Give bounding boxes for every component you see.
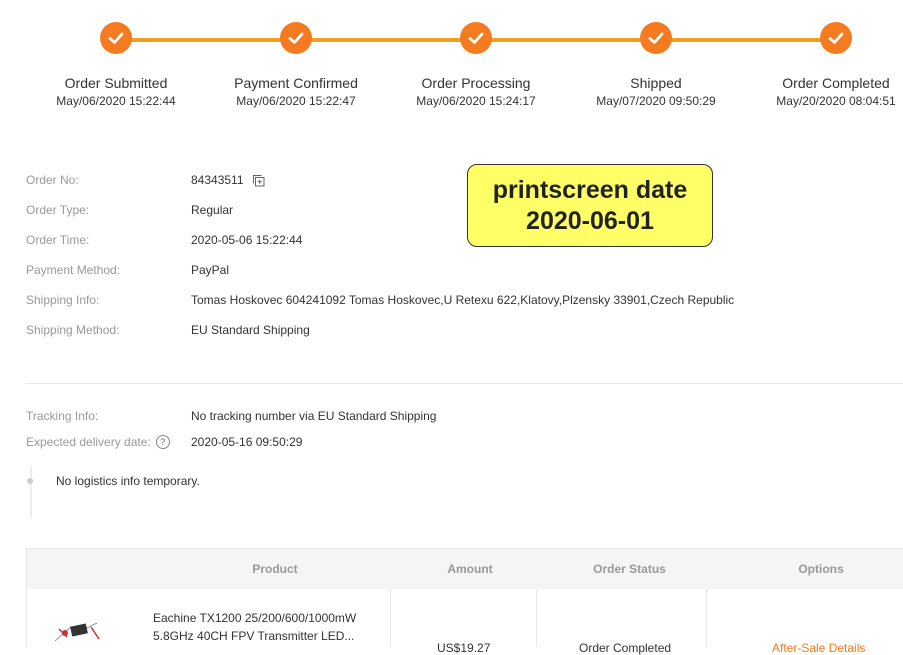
step-date: May/06/2020 15:22:47 bbox=[236, 94, 356, 108]
order-type-value: Regular bbox=[191, 203, 234, 217]
progress-step-order-submitted: Order Submitted May/06/2020 15:22:44 bbox=[26, 22, 206, 108]
note-line-2: 2020-06-01 bbox=[526, 206, 654, 235]
question-circle-icon[interactable]: ? bbox=[155, 435, 170, 449]
order-time-label: Order Time: bbox=[26, 233, 90, 247]
progress-step-shipped: Shipped May/07/2020 09:50:29 bbox=[566, 22, 746, 108]
order-no-value: 84343511 bbox=[191, 173, 265, 187]
order-status-value: Order Completed bbox=[579, 641, 672, 655]
expected-delivery-label-text: Expected delivery date: bbox=[26, 435, 151, 449]
step-label: Order Completed bbox=[782, 75, 890, 91]
order-items-table: Product Amount Order Status Options Each… bbox=[26, 548, 903, 655]
check-icon bbox=[280, 22, 312, 54]
logistics-timeline-dot bbox=[27, 478, 33, 484]
after-sale-details-link[interactable]: After-Sale Details bbox=[772, 641, 865, 655]
payment-method-row: Payment Method: PayPal bbox=[26, 260, 229, 280]
step-label: Shipped bbox=[630, 75, 682, 91]
expected-delivery-row: Expected delivery date: ? 2020-05-16 09:… bbox=[26, 432, 302, 452]
header-product: Product bbox=[252, 562, 298, 576]
order-time-value: 2020-05-06 15:22:44 bbox=[191, 233, 303, 247]
step-date: May/06/2020 15:24:17 bbox=[416, 94, 536, 108]
shipping-info-value: Tomas Hoskovec 604241092 Tomas Hoskovec,… bbox=[191, 293, 735, 307]
check-icon bbox=[100, 22, 132, 54]
copy-icon[interactable] bbox=[252, 174, 265, 187]
expected-delivery-label: Expected delivery date: ? bbox=[26, 435, 191, 449]
section-divider bbox=[26, 383, 903, 384]
order-no-label: Order No: bbox=[26, 173, 79, 187]
shipping-info-label: Shipping Info: bbox=[26, 293, 100, 307]
shipping-info-row: Shipping Info: Tomas Hoskovec 604241092 … bbox=[26, 290, 734, 310]
step-date: May/06/2020 15:22:44 bbox=[56, 94, 176, 108]
order-type-row: Order Type: Regular bbox=[26, 200, 233, 220]
step-date: May/20/2020 08:04:51 bbox=[776, 94, 896, 108]
order-time-row: Order Time: 2020-05-06 15:22:44 bbox=[26, 230, 302, 250]
tracking-info-row: Tracking Info: No tracking number via EU… bbox=[26, 406, 436, 426]
printscreen-date-note: printscreen date 2020-06-01 bbox=[467, 164, 713, 247]
step-date: May/07/2020 09:50:29 bbox=[596, 94, 716, 108]
logistics-info-text: No logistics info temporary. bbox=[56, 474, 200, 488]
shipping-method-value: EU Standard Shipping bbox=[191, 323, 310, 337]
check-icon bbox=[820, 22, 852, 54]
header-amount: Amount bbox=[447, 562, 493, 576]
payment-method-label: Payment Method: bbox=[26, 263, 121, 277]
progress-step-payment-confirmed: Payment Confirmed May/06/2020 15:22:47 bbox=[206, 22, 386, 108]
tracking-info-label: Tracking Info: bbox=[26, 409, 99, 423]
product-name-link[interactable]: Eachine TX1200 25/200/600/1000mW 5.8GHz … bbox=[153, 609, 373, 645]
header-order-status: Order Status bbox=[593, 562, 666, 576]
progress-step-order-processing: Order Processing May/06/2020 15:24:17 bbox=[386, 22, 566, 108]
shipping-method-row: Shipping Method: EU Standard Shipping bbox=[26, 320, 310, 340]
order-no-text: 84343511 bbox=[191, 173, 244, 187]
shipping-method-label: Shipping Method: bbox=[26, 323, 120, 337]
check-icon bbox=[460, 22, 492, 54]
table-row: Eachine TX1200 25/200/600/1000mW 5.8GHz … bbox=[27, 589, 903, 655]
payment-method-value: PayPal bbox=[191, 263, 230, 277]
check-icon bbox=[640, 22, 672, 54]
progress-step-order-completed: Order Completed May/20/2020 08:04:51 bbox=[746, 22, 903, 108]
order-progress-tracker: Order Submitted May/06/2020 15:22:44 Pay… bbox=[0, 0, 903, 120]
table-header: Product Amount Order Status Options bbox=[27, 549, 903, 589]
product-thumbnail[interactable] bbox=[51, 617, 107, 647]
step-label: Order Processing bbox=[421, 75, 531, 91]
step-label: Order Submitted bbox=[64, 75, 168, 91]
expected-delivery-value: 2020-05-16 09:50:29 bbox=[191, 435, 303, 449]
order-type-label: Order Type: bbox=[26, 203, 90, 217]
amount-value: US$19.27 bbox=[437, 641, 491, 655]
order-no-row: Order No: 84343511 bbox=[26, 170, 265, 190]
tracking-info-value: No tracking number via EU Standard Shipp… bbox=[191, 409, 437, 423]
header-options: Options bbox=[798, 562, 844, 576]
note-line-1: printscreen date bbox=[492, 175, 688, 204]
logistics-timeline-line bbox=[30, 467, 32, 517]
step-label: Payment Confirmed bbox=[234, 75, 358, 91]
